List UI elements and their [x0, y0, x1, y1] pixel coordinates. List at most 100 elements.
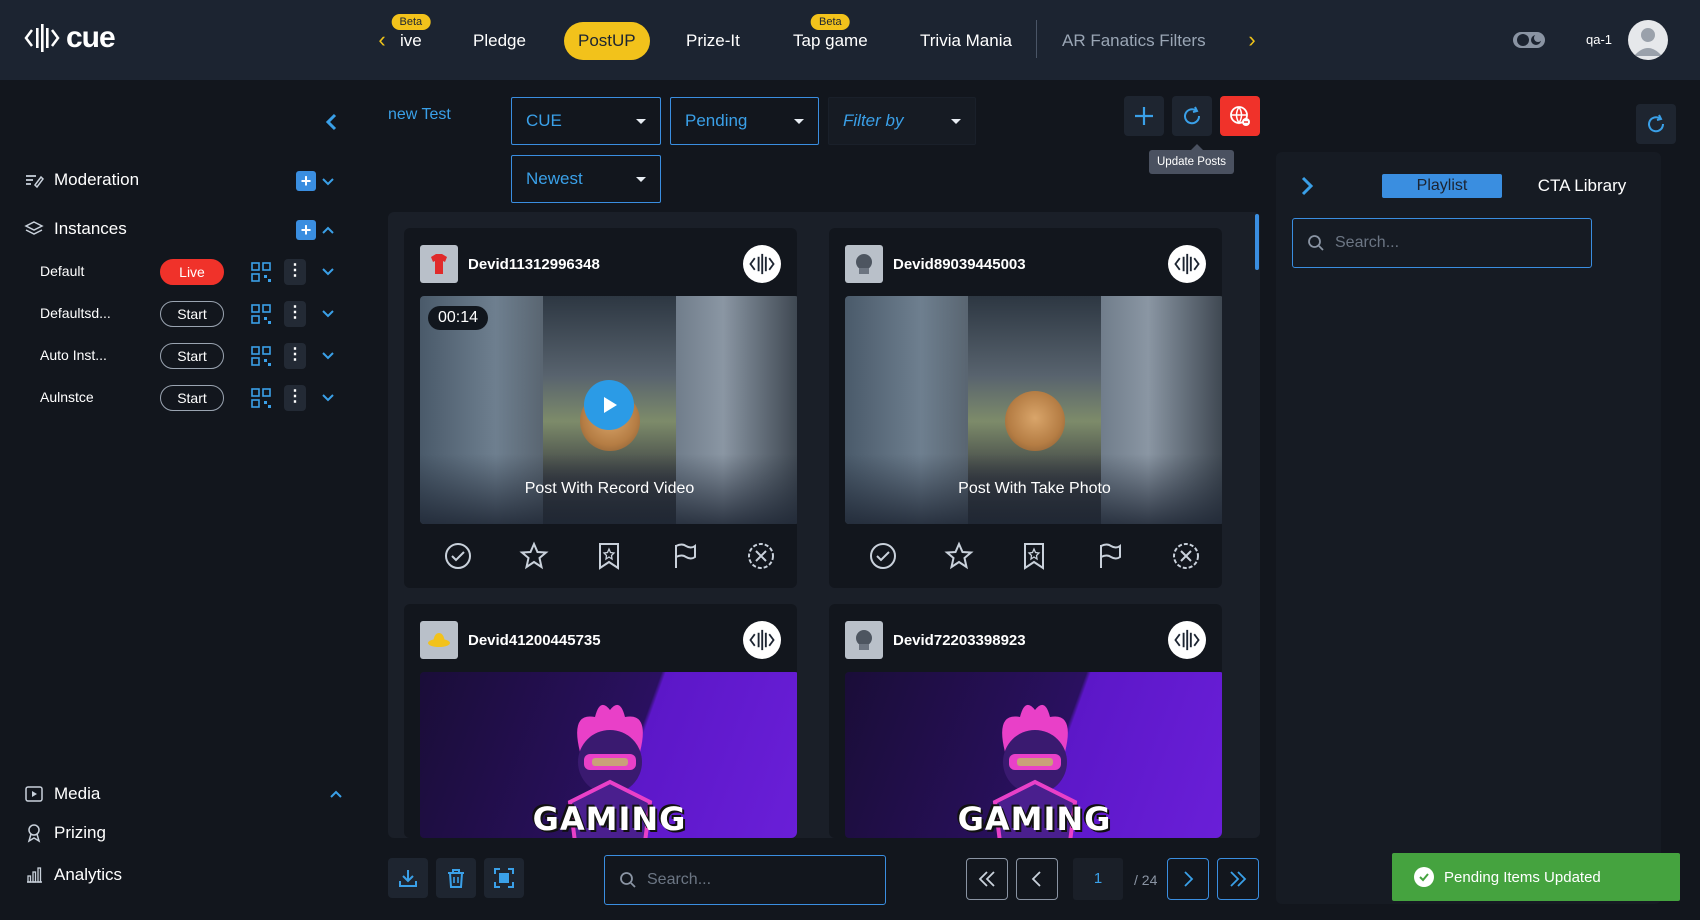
collapse-sidebar-chevron-icon[interactable] [320, 110, 344, 134]
tab-tap-game[interactable]: Beta Tap game [793, 14, 868, 60]
tab-trivia-mania[interactable]: Trivia Mania [920, 22, 1012, 60]
start-button[interactable]: Start [160, 343, 224, 369]
post-card[interactable]: Devid89039445003 Post With Take Photo [829, 228, 1222, 588]
first-page-button[interactable] [966, 858, 1008, 900]
nav-next-arrow-icon[interactable]: › [1242, 28, 1262, 52]
breadcrumb[interactable]: new Test [388, 106, 451, 124]
previous-page-button[interactable] [1016, 858, 1058, 900]
global-feed-button[interactable] [1220, 96, 1260, 136]
toast-notification: Pending Items Updated [1392, 853, 1680, 901]
cue-logo-icon[interactable] [743, 245, 781, 283]
user-name[interactable]: qa-1 [1586, 32, 1612, 47]
qr-code-icon[interactable] [250, 387, 272, 409]
check-circle-icon [1414, 867, 1434, 887]
start-button[interactable]: Start [160, 385, 224, 411]
helmet-icon [856, 630, 872, 650]
tab-postup[interactable]: PostUP [564, 22, 650, 60]
sidebar-item-analytics[interactable]: Analytics [24, 865, 122, 885]
bookmark-star-icon[interactable] [1018, 540, 1050, 572]
sort-select[interactable]: Newest [511, 155, 661, 203]
instance-name[interactable]: Aulnstce [40, 389, 94, 405]
reject-icon[interactable] [1170, 540, 1202, 572]
post-card[interactable]: Devid11312996348 00:14 Post With Record … [404, 228, 797, 588]
flag-icon[interactable] [669, 540, 701, 572]
sidebar-item-media[interactable]: Media [24, 784, 100, 804]
theme-toggle-icon[interactable] [1512, 28, 1546, 52]
chevron-down-icon[interactable] [320, 264, 336, 280]
instance-name[interactable]: Defaultsd... [40, 305, 111, 321]
post-image[interactable]: GAMING [420, 672, 797, 838]
double-chevron-right-icon [1230, 871, 1247, 887]
approve-icon[interactable] [867, 540, 899, 572]
search-input[interactable] [1335, 234, 1555, 252]
search-input[interactable] [647, 871, 867, 889]
reject-icon[interactable] [745, 540, 777, 572]
live-status-button[interactable]: Live [160, 259, 224, 285]
delete-button[interactable] [436, 858, 476, 898]
playlist-search-field[interactable] [1292, 218, 1592, 268]
post-caption: Post With Take Photo [958, 480, 1111, 497]
update-posts-button[interactable] [1172, 96, 1212, 136]
post-username: Devid41200445735 [468, 631, 601, 649]
star-icon[interactable] [943, 540, 975, 572]
instance-name[interactable]: Default [40, 263, 84, 279]
chevron-up-icon[interactable] [320, 222, 336, 238]
download-button[interactable] [388, 858, 428, 898]
post-video[interactable]: 00:14 Post With Record Video [420, 296, 797, 524]
instance-name[interactable]: Auto Inst... [40, 347, 107, 363]
tab-live[interactable]: Beta ive [391, 14, 431, 60]
tab-ar-fanatics-filters[interactable]: AR Fanatics Filters [1062, 22, 1206, 60]
chevron-down-icon[interactable] [320, 306, 336, 322]
chevron-down-icon[interactable] [320, 390, 336, 406]
approve-icon[interactable] [442, 540, 474, 572]
filter-by-select[interactable]: Filter by [828, 97, 976, 145]
more-options-icon[interactable]: ⋮ [284, 301, 306, 327]
tab-pledge[interactable]: Pledge [473, 22, 526, 60]
qr-code-icon[interactable] [250, 303, 272, 325]
feed-scrollbar[interactable] [1255, 214, 1259, 270]
sidebar-item-prizing[interactable]: Prizing [24, 823, 106, 843]
star-icon[interactable] [518, 540, 550, 572]
last-page-button[interactable] [1217, 858, 1259, 900]
post-header: Devid89039445003 [845, 244, 1206, 284]
cue-logo-icon[interactable] [1168, 621, 1206, 659]
post-image[interactable]: GAMING [845, 672, 1222, 838]
status-select[interactable]: Pending [670, 97, 819, 145]
tab-playlist[interactable]: Playlist [1382, 174, 1502, 198]
post-photo[interactable]: Post With Take Photo [845, 296, 1222, 524]
add-post-button[interactable] [1124, 96, 1164, 136]
post-card[interactable]: Devid41200445735 GAMING [404, 604, 797, 838]
chevron-down-icon[interactable] [320, 174, 336, 190]
posts-search-field[interactable] [604, 855, 886, 905]
select-all-button[interactable] [484, 858, 524, 898]
page-number-input[interactable]: 1 [1073, 858, 1123, 900]
cue-logo-icon[interactable] [1168, 245, 1206, 283]
sidebar-item-instances[interactable]: Instances [24, 219, 127, 239]
bookmark-star-icon[interactable] [593, 540, 625, 572]
tab-prize-it[interactable]: Prize-It [686, 22, 740, 60]
post-card[interactable]: Devid72203398923 GAMING [829, 604, 1222, 838]
more-options-icon[interactable]: ⋮ [284, 385, 306, 411]
add-instance-button[interactable]: + [296, 220, 316, 240]
source-select[interactable]: CUE [511, 97, 661, 145]
qr-code-icon[interactable] [250, 345, 272, 367]
cue-logo-icon[interactable] [743, 621, 781, 659]
next-page-button[interactable] [1167, 858, 1209, 900]
sidebar-item-moderation[interactable]: Moderation [24, 170, 139, 190]
refresh-playlist-button[interactable] [1636, 104, 1676, 144]
start-button[interactable]: Start [160, 301, 224, 327]
avatar[interactable] [1628, 20, 1668, 60]
expand-panel-chevron-icon[interactable] [1298, 174, 1316, 198]
cue-logo[interactable]: cue [24, 20, 116, 56]
post-user-thumbnail [845, 621, 883, 659]
qr-code-icon[interactable] [250, 261, 272, 283]
tab-cta-library[interactable]: CTA Library [1532, 174, 1632, 198]
play-icon[interactable] [584, 380, 634, 430]
more-options-icon[interactable]: ⋮ [284, 343, 306, 369]
more-options-icon[interactable]: ⋮ [284, 259, 306, 285]
nav-prev-arrow-icon[interactable]: ‹ [372, 28, 392, 52]
chevron-up-icon[interactable] [328, 786, 344, 802]
flag-icon[interactable] [1094, 540, 1126, 572]
chevron-down-icon[interactable] [320, 348, 336, 364]
add-moderation-button[interactable]: + [296, 171, 316, 191]
